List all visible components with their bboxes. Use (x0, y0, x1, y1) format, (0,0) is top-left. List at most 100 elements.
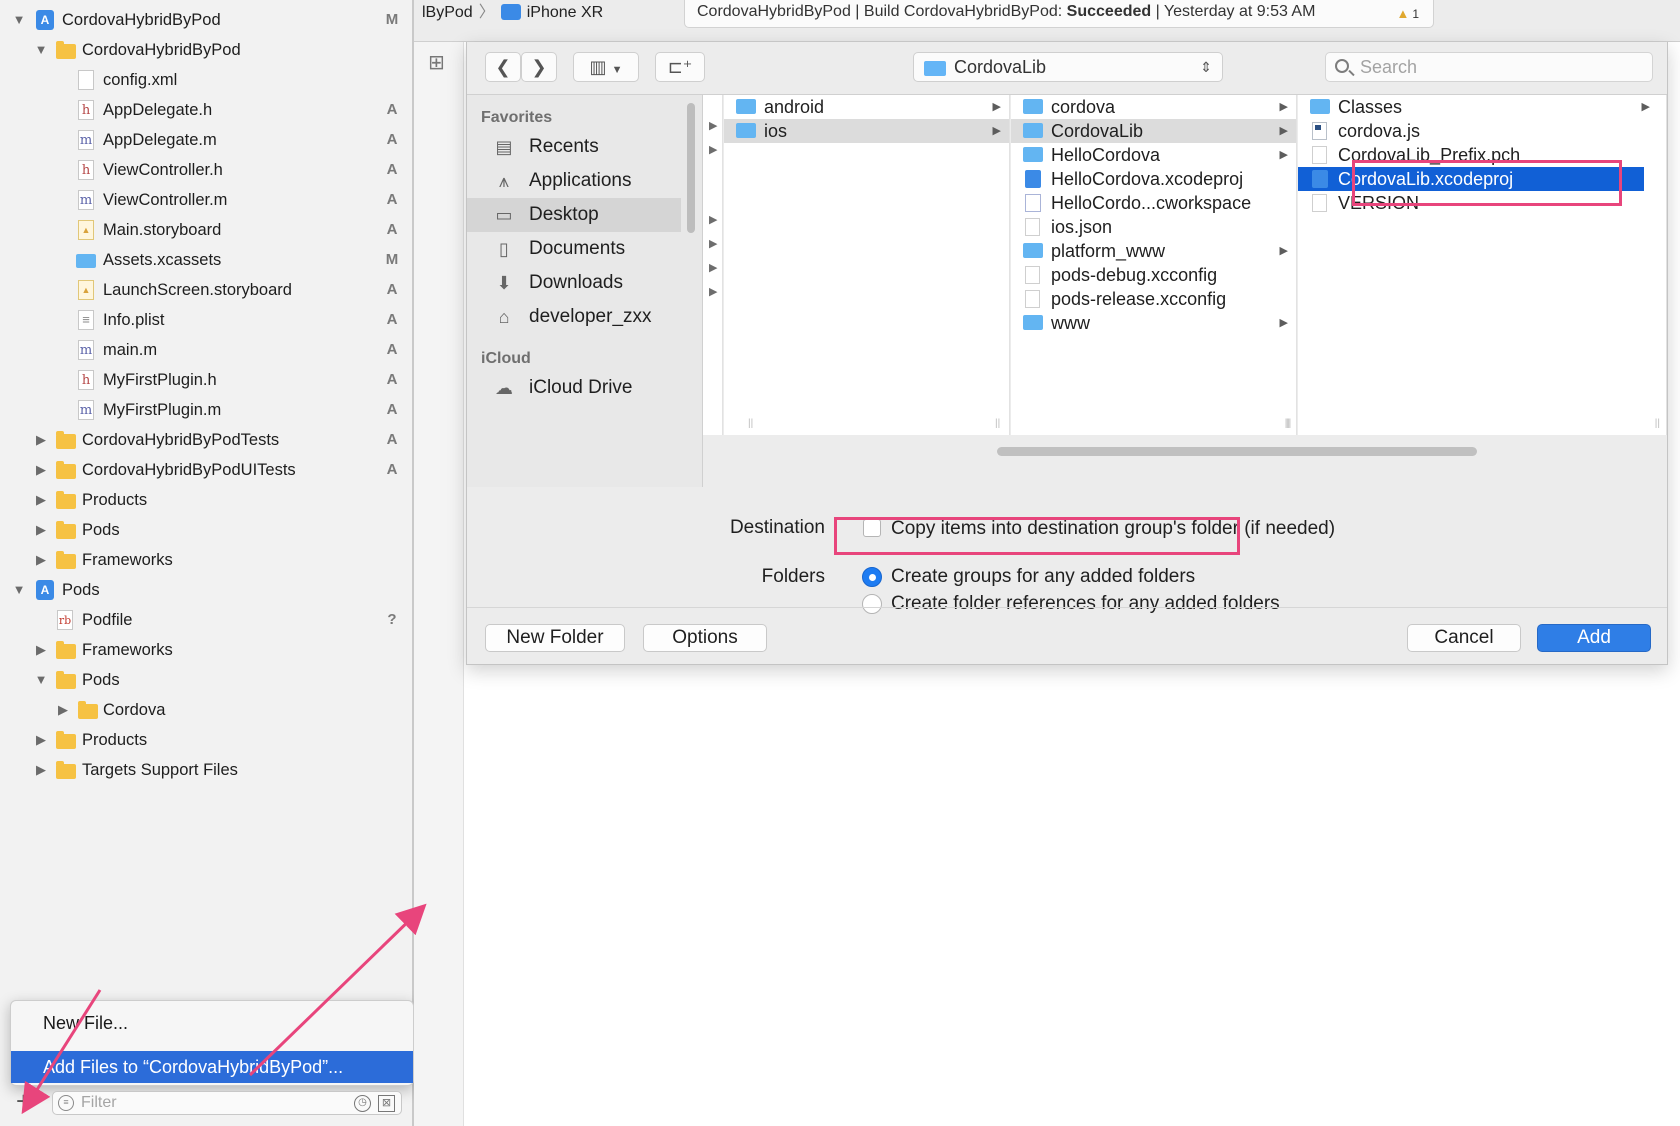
options-button[interactable]: Options (643, 624, 767, 652)
column-resize-handle[interactable]: || (1655, 418, 1660, 429)
disclosure-right-icon[interactable]: ▶ (34, 485, 48, 515)
disclosure-down-icon[interactable]: ▼ (12, 575, 26, 605)
list-item[interactable]: ios ▶ (724, 119, 1009, 143)
tree-row-label: Frameworks (82, 551, 173, 569)
new-folder-icon: ⊏⁺ (667, 57, 693, 77)
disclosure-right-icon[interactable]: ▶ (56, 695, 70, 725)
tree-row-file[interactable]: Assets.xcassets M (0, 245, 412, 275)
tree-row-label: Frameworks (82, 641, 173, 659)
disclosure-right-icon[interactable]: ▶ (34, 545, 48, 575)
tree-row-file[interactable]: Info.plist A (0, 305, 412, 335)
tree-row-label: Cordova (103, 701, 166, 719)
copy-items-checkbox[interactable] (863, 519, 881, 537)
tree-row-group[interactable]: ▶ Targets Support Files (0, 755, 412, 785)
list-item-selected[interactable]: CordovaLib.xcodeproj (1298, 167, 1644, 191)
list-item[interactable]: cordova ▶ (1011, 95, 1296, 119)
list-item[interactable]: cordova.js (1298, 119, 1666, 143)
cancel-button[interactable]: Cancel (1407, 624, 1521, 652)
tree-row-group[interactable]: ▶ CordovaHybridByPodUITests A (0, 455, 412, 485)
warning-icon[interactable]: ▲ 1 (1396, 2, 1419, 26)
forward-button[interactable]: ❯ (521, 52, 557, 82)
sidebar-item-applications[interactable]: ⩚ Applications (467, 164, 681, 198)
disclosure-down-icon[interactable]: ▼ (34, 35, 48, 65)
related-items-icon[interactable]: ⊞ (428, 50, 445, 75)
list-item[interactable]: ios.json (1011, 215, 1296, 239)
menu-item-add-files[interactable]: Add Files to “CordovaHybridByPod”... (11, 1051, 413, 1083)
tree-row-file[interactable]: MyFirstPlugin.h A (0, 365, 412, 395)
column-resize-handle[interactable]: || (1286, 418, 1291, 429)
new-folder-button[interactable]: New Folder (485, 624, 625, 652)
tree-row-file[interactable]: LaunchScreen.storyboard A (0, 275, 412, 305)
sidebar-item-documents[interactable]: ▯ Documents (467, 232, 681, 266)
tree-row-group[interactable]: ▶ Cordova (0, 695, 412, 725)
disclosure-right-icon[interactable]: ▶ (34, 425, 48, 455)
tree-row-group[interactable]: ▶ CordovaHybridByPodTests A (0, 425, 412, 455)
tree-row-project[interactable]: ▼ Pods (0, 575, 412, 605)
tree-row-group[interactable]: ▶ Products (0, 485, 412, 515)
disclosure-down-icon[interactable]: ▼ (12, 5, 26, 35)
tree-row-file[interactable]: AppDelegate.h A (0, 95, 412, 125)
item-label: HelloCordova (1051, 145, 1161, 165)
add-button[interactable]: + (16, 1088, 31, 1114)
item-label: platform_www (1051, 241, 1166, 261)
filter-input[interactable]: ≡ Filter ◷ ⊠ (52, 1091, 402, 1115)
search-input[interactable]: Search (1325, 52, 1653, 82)
list-item[interactable]: pods-release.xcconfig (1011, 287, 1296, 311)
column-resize-handle[interactable]: || (995, 418, 1000, 429)
view-mode-button[interactable]: ▥ ▼ (573, 52, 639, 82)
tree-row-project[interactable]: ▼ CordovaHybridByPod M (0, 5, 412, 35)
disclosure-right-icon[interactable]: ▶ (34, 455, 48, 485)
tree-row-group[interactable]: ▶ Frameworks (0, 635, 412, 665)
tree-row-group[interactable]: ▼ CordovaHybridByPod (0, 35, 412, 65)
scheme-selector[interactable]: lByPod 〉 iPhone XR (422, 0, 603, 30)
tree-row-group[interactable]: ▶ Products (0, 725, 412, 755)
tree-row-file[interactable]: config.xml (0, 65, 412, 95)
list-item[interactable]: Classes ▶ (1298, 95, 1666, 119)
tree-row-file[interactable]: AppDelegate.m A (0, 125, 412, 155)
tree-row-group[interactable]: ▶ Frameworks (0, 545, 412, 575)
tree-row-label: CordovaHybridByPod (82, 41, 241, 59)
horizontal-scrollbar[interactable] (997, 447, 1477, 456)
disclosure-right-icon[interactable]: ▶ (34, 755, 48, 785)
list-item[interactable]: android ▶ (724, 95, 1009, 119)
sidebar-item-downloads[interactable]: ⬇ Downloads (467, 266, 681, 300)
tree-row-label: main.m (103, 341, 158, 359)
tree-row-file[interactable]: Podfile ? (0, 605, 412, 635)
tree-row-label: Products (82, 731, 148, 749)
tree-row-group[interactable]: ▼ Pods (0, 665, 412, 695)
disclosure-down-icon[interactable]: ▼ (34, 665, 48, 695)
menu-item-new-file[interactable]: New File... (11, 1007, 413, 1039)
source-control-filter-icon[interactable]: ⊠ (378, 1095, 395, 1112)
recent-files-icon[interactable]: ◷ (354, 1095, 371, 1112)
list-item[interactable]: HelloCordo...cworkspace (1011, 191, 1296, 215)
disclosure-right-icon[interactable]: ▶ (34, 515, 48, 545)
disclosure-right-icon[interactable]: ▶ (34, 725, 48, 755)
location-popup[interactable]: CordovaLib ⇕ (913, 52, 1223, 82)
new-folder-toolbar-button[interactable]: ⊏⁺ (655, 52, 705, 82)
column-resize-handle[interactable]: || (748, 418, 753, 429)
sidebar-item-icloud-drive[interactable]: ☁ iCloud Drive (467, 371, 681, 405)
tree-row-file[interactable]: MyFirstPlugin.m A (0, 395, 412, 425)
tree-row-file[interactable]: Main.storyboard A (0, 215, 412, 245)
back-button[interactable]: ❮ (485, 52, 521, 82)
disclosure-right-icon[interactable]: ▶ (34, 635, 48, 665)
folder-icon (56, 761, 76, 779)
list-item[interactable]: VERSION (1298, 191, 1666, 215)
list-item[interactable]: platform_www ▶ (1011, 239, 1296, 263)
list-item[interactable]: CordovaLib ▶ (1011, 119, 1296, 143)
sidebar-item-recents[interactable]: ▤ Recents (467, 130, 681, 164)
sidebar-item-desktop[interactable]: ▭ Desktop (467, 198, 681, 232)
create-groups-radio[interactable] (862, 567, 882, 587)
list-item[interactable]: CordovaLib_Prefix.pch (1298, 143, 1666, 167)
tree-row-file[interactable]: ViewController.h A (0, 155, 412, 185)
sidebar-scrollbar[interactable] (687, 103, 695, 233)
list-item[interactable]: HelloCordova ▶ (1011, 143, 1296, 167)
list-item[interactable]: HelloCordova.xcodeproj (1011, 167, 1296, 191)
list-item[interactable]: www ▶ (1011, 311, 1296, 335)
list-item[interactable]: pods-debug.xcconfig (1011, 263, 1296, 287)
add-button[interactable]: Add (1537, 624, 1651, 652)
tree-row-group[interactable]: ▶ Pods (0, 515, 412, 545)
sidebar-item-home[interactable]: ⌂ developer_zxx (467, 300, 681, 334)
tree-row-file[interactable]: ViewController.m A (0, 185, 412, 215)
tree-row-file[interactable]: main.m A (0, 335, 412, 365)
